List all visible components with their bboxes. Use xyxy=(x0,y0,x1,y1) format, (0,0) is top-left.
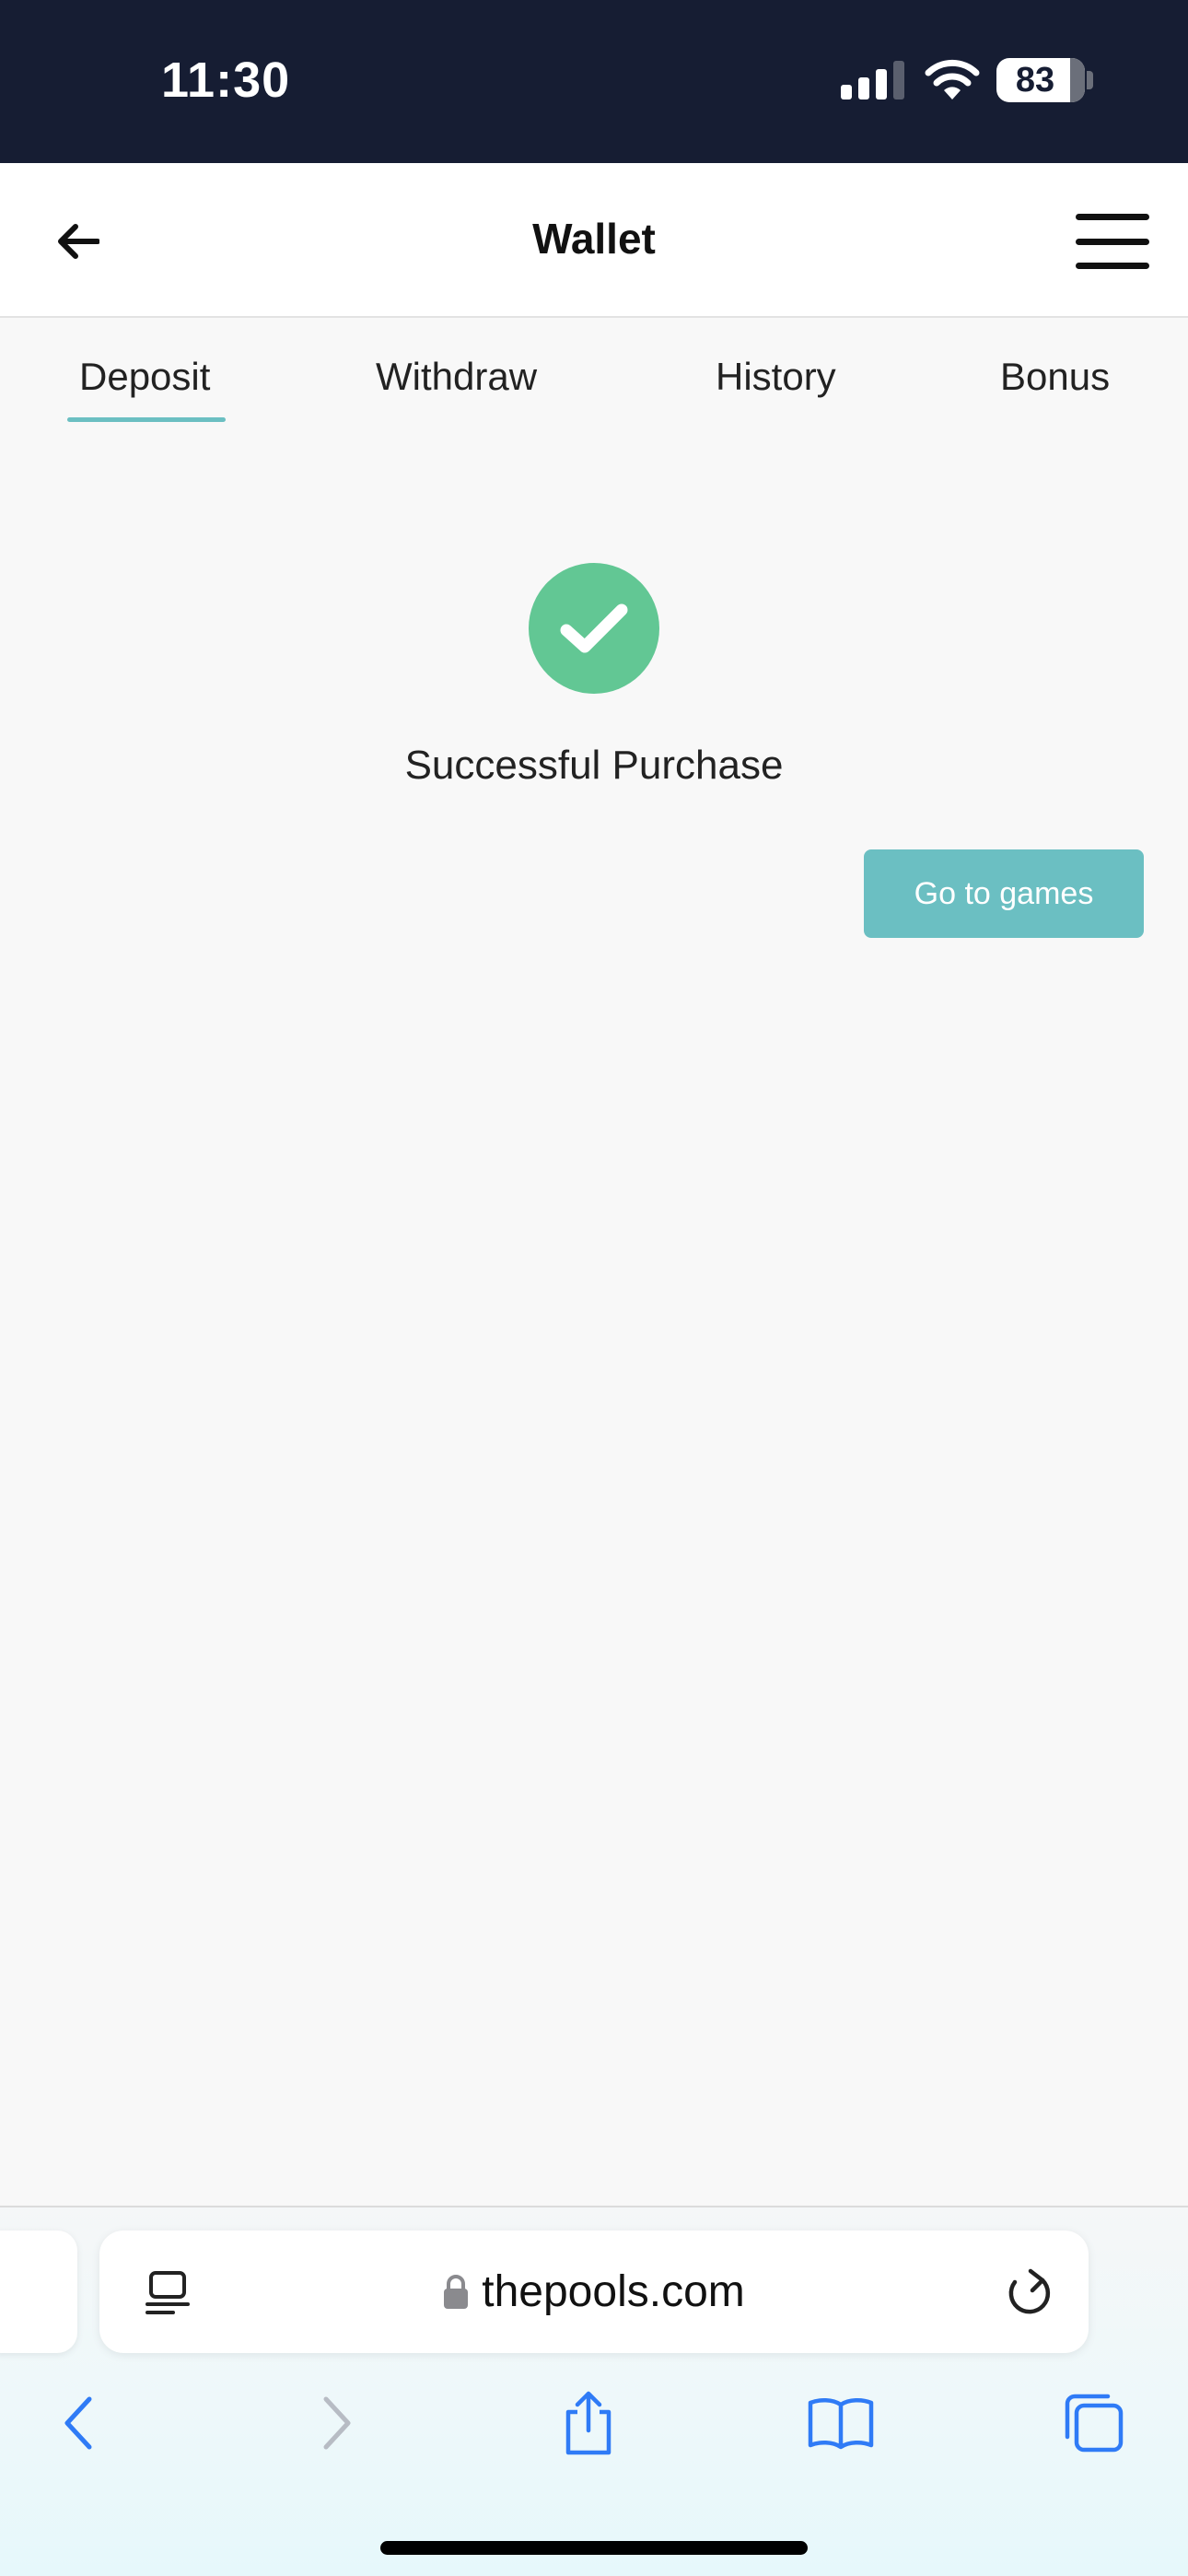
cellular-signal-icon xyxy=(841,61,904,100)
success-message: Successful Purchase xyxy=(404,743,784,788)
battery-level: 83 xyxy=(1015,60,1055,100)
battery-icon: 83 xyxy=(996,58,1085,102)
bookmarks-icon[interactable] xyxy=(804,2386,878,2460)
browser-back-icon[interactable] xyxy=(41,2386,115,2460)
battery-tip xyxy=(1087,71,1093,89)
reload-icon[interactable] xyxy=(1002,2266,1055,2319)
active-tab-indicator xyxy=(67,417,226,422)
page-title: Wallet xyxy=(532,215,656,263)
app-header: Wallet xyxy=(0,163,1188,318)
lock-icon xyxy=(444,2274,469,2309)
address-bar[interactable]: thepools.com xyxy=(99,2231,1089,2353)
share-icon[interactable] xyxy=(552,2386,625,2460)
hamburger-menu-icon[interactable] xyxy=(1076,214,1149,269)
tab-deposit[interactable]: Deposit xyxy=(79,355,210,399)
browser-forward-icon[interactable] xyxy=(300,2386,374,2460)
status-time: 11:30 xyxy=(161,53,291,108)
url-text: thepools.com xyxy=(482,2267,745,2316)
wallet-tabs: Deposit Withdraw History Bonus xyxy=(0,318,1188,428)
home-indicator xyxy=(380,2541,808,2555)
wifi-icon xyxy=(925,59,980,100)
tab-history[interactable]: History xyxy=(716,355,836,399)
previous-tab-card[interactable] xyxy=(0,2231,77,2353)
tabs-icon[interactable] xyxy=(1057,2386,1131,2460)
tab-bonus[interactable]: Bonus xyxy=(1000,355,1110,399)
status-bar: 11:30 83 xyxy=(0,0,1188,163)
checkmark-circle-icon xyxy=(529,563,659,694)
tab-withdraw[interactable]: Withdraw xyxy=(376,355,537,399)
go-to-games-button[interactable]: Go to games xyxy=(864,849,1144,938)
